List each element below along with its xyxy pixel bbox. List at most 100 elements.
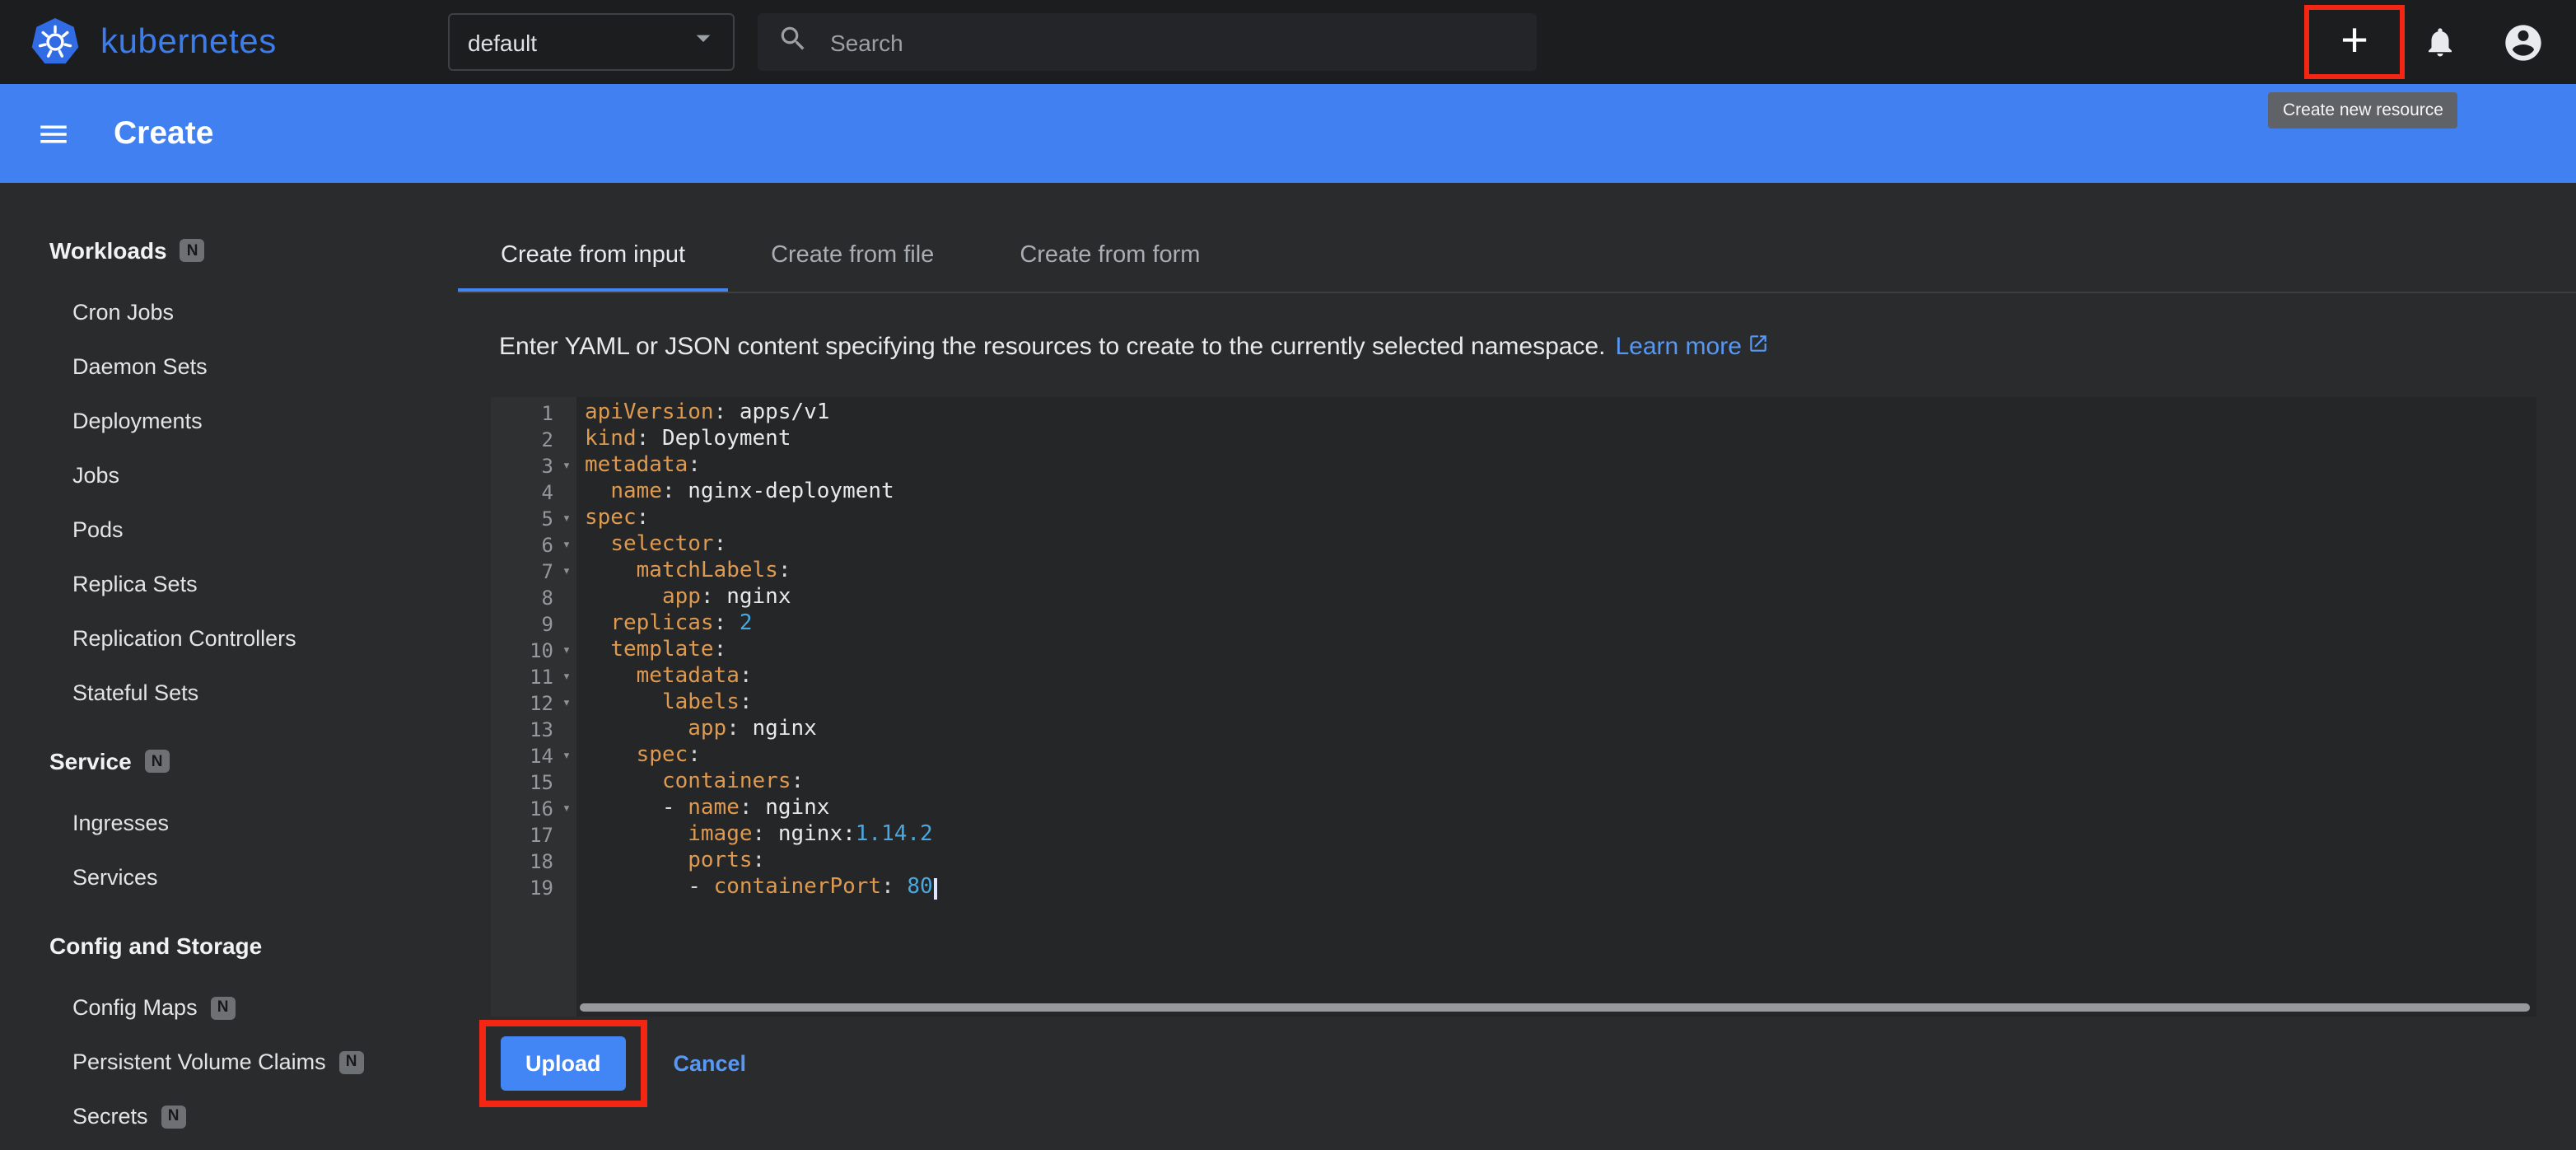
gutter-row: 1 (491, 400, 576, 427)
fold-toggle-icon[interactable]: ▾ (557, 743, 576, 769)
yaml-token-plain: : (726, 717, 752, 741)
sidebar-item-services[interactable]: Services (0, 850, 458, 905)
global-search (758, 13, 1537, 71)
yaml-token-key: image (688, 822, 752, 847)
gutter-row: 14▾ (491, 743, 576, 769)
sidebar-item-label: Config Maps (72, 995, 198, 1020)
sidebar-section-service: ServiceN Ingresses Services (0, 740, 458, 905)
gutter-row: 5▾ (491, 506, 576, 532)
namespace-selector[interactable]: default (448, 13, 735, 71)
create-tooltip: Create new resource (2268, 92, 2458, 129)
fold-toggle-icon[interactable]: ▾ (557, 532, 576, 559)
yaml-token-plain: : (688, 453, 701, 478)
kubernetes-logo[interactable] (30, 16, 81, 68)
sidebar-item-daemon-sets[interactable]: Daemon Sets (0, 339, 458, 394)
yaml-token-plain: : (662, 479, 688, 504)
sidebar-item-ingresses[interactable]: Ingresses (0, 796, 458, 850)
sidebar-section-config-and-storage: Config and StorageConfig MapsNPersistent… (0, 924, 458, 1143)
yaml-token-plain (585, 479, 610, 504)
gutter-row: 13 (491, 717, 576, 743)
yaml-token-key: kind (585, 427, 637, 451)
sidebar-item-config-maps[interactable]: Config MapsN (0, 980, 458, 1035)
create-new-resource-button[interactable]: + (2322, 9, 2387, 75)
cancel-button[interactable]: Cancel (674, 1051, 747, 1076)
code-line: replicas: 2 (585, 611, 2536, 638)
sidebar-section-workloads: WorkloadsN Cron Jobs Daemon Sets Deployment… (0, 229, 458, 720)
yaml-token-plain: - (585, 796, 688, 820)
sidebar-item-cron-jobs[interactable]: Cron Jobs (0, 285, 458, 339)
sidebar-item-replica-sets[interactable]: Replica Sets (0, 557, 458, 611)
yaml-token-key: matchLabels (637, 559, 778, 583)
yaml-token-plain (585, 638, 610, 662)
sidebar-item-jobs[interactable]: Jobs (0, 448, 458, 503)
yaml-token-value: nginx (726, 585, 791, 610)
tab-create-from-input[interactable]: Create from input (458, 221, 728, 292)
sidebar-item-persistent-volume-claims[interactable]: Persistent Volume ClaimsN (0, 1035, 458, 1089)
hamburger-menu-icon[interactable] (36, 116, 71, 151)
fold-toggle-icon[interactable]: ▾ (557, 664, 576, 690)
sidebar-item-label: Pods (72, 517, 124, 542)
yaml-token-key: selector (610, 532, 713, 557)
line-number: 3 (491, 455, 557, 478)
gutter-row: 10▾ (491, 638, 576, 664)
sidebar-item-stateful-sets[interactable]: Stateful Sets (0, 666, 458, 720)
gutter-row: 6▾ (491, 532, 576, 559)
sidebar-item-label: Services (72, 865, 158, 890)
sidebar-item-label: Deployments (72, 409, 203, 433)
sidebar-group-label: Workloads (49, 237, 167, 264)
fold-toggle-icon[interactable]: ▾ (557, 506, 576, 532)
yaml-token-plain (585, 717, 688, 741)
code-line: metadata: (585, 453, 2536, 479)
yaml-token-key: replicas (610, 611, 713, 636)
sidebar-item-secrets[interactable]: SecretsN (0, 1089, 458, 1143)
code-line: metadata: (585, 664, 2536, 690)
yaml-token-plain: : (637, 506, 650, 531)
fold-toggle-icon[interactable]: ▾ (557, 453, 576, 479)
brand-title[interactable]: kubernetes (100, 22, 277, 62)
yaml-token-plain: : (740, 796, 765, 820)
editor-horizontal-scrollbar[interactable] (580, 1003, 2530, 1012)
line-number: 19 (491, 877, 557, 900)
yaml-token-key: name (610, 479, 662, 504)
account-circle-icon[interactable] (2502, 0, 2545, 84)
sidebar-item-label: Daemon Sets (72, 354, 208, 379)
learn-more-link[interactable]: Learn more (1615, 333, 1769, 361)
yaml-token-key: metadata (637, 664, 740, 689)
sidebar-item-replication-controllers[interactable]: Replication Controllers (0, 611, 458, 666)
page-title: Create (114, 115, 213, 152)
namespace-selected-value: default (468, 29, 687, 55)
upload-button[interactable]: Upload (501, 1036, 626, 1091)
yaml-token-plain: : (714, 532, 727, 557)
sidebar-group-config-and-storage[interactable]: Config and Storage (0, 924, 458, 967)
line-number: 10 (491, 639, 557, 662)
sidebar-group-service[interactable]: ServiceN (0, 740, 458, 783)
sidebar-item-pods[interactable]: Pods (0, 503, 458, 557)
fold-toggle-icon[interactable]: ▾ (557, 690, 576, 717)
yaml-token-value: apps/v1 (740, 400, 830, 425)
line-number: 13 (491, 718, 557, 741)
yaml-editor-input[interactable]: apiVersion: apps/v1kind: Deploymentmetad… (576, 397, 2536, 1017)
yaml-token-plain: : (740, 690, 753, 715)
yaml-editor: 123▾45▾6▾7▾8910▾11▾12▾1314▾1516▾171819 a… (491, 397, 2536, 1017)
line-number: 7 (491, 560, 557, 583)
editor-gutter: 123▾45▾6▾7▾8910▾11▾12▾1314▾1516▾171819 (491, 397, 576, 1017)
notifications-bell-icon[interactable] (2423, 0, 2457, 84)
fold-toggle-icon[interactable]: ▾ (557, 638, 576, 664)
line-number: 8 (491, 587, 557, 610)
sidebar-item-deployments[interactable]: Deployments (0, 394, 458, 448)
tab-create-from-file[interactable]: Create from file (728, 221, 977, 292)
code-line: app: nginx (585, 585, 2536, 611)
yaml-token-num: 2 (740, 611, 753, 636)
main-content: Create from inputCreate from fileCreate … (458, 183, 2576, 1150)
namespaced-badge: N (161, 1105, 186, 1128)
code-line: ports: (585, 848, 2536, 875)
sidebar-group-workloads[interactable]: WorkloadsN (0, 229, 458, 272)
fold-toggle-icon[interactable]: ▾ (557, 796, 576, 822)
tab-create-from-form[interactable]: Create from form (977, 221, 1243, 292)
fold-toggle-icon[interactable]: ▾ (557, 559, 576, 585)
yaml-token-key: name (688, 796, 740, 820)
yaml-token-key: apiVersion (585, 400, 714, 425)
code-line: matchLabels: (585, 559, 2536, 585)
namespaced-badge: N (339, 1050, 364, 1073)
search-input[interactable] (830, 29, 1517, 55)
